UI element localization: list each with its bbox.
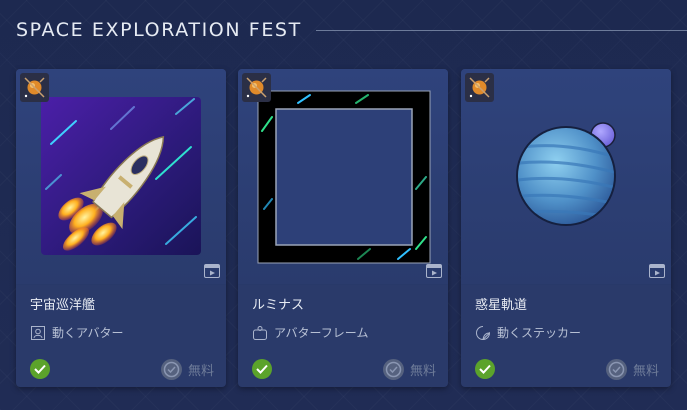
item-name: 惑星軌道: [475, 298, 528, 313]
item-type-label: アバターフレーム: [274, 326, 369, 340]
price-tag: 無料: [605, 359, 659, 380]
item-card-planet-orbit[interactable]: 惑星軌道 動くステッカー 無料: [461, 69, 671, 387]
price-label: 無料: [409, 364, 436, 379]
event-badge-icon: [20, 73, 49, 102]
item-preview[interactable]: [461, 69, 671, 285]
item-name: 宇宙巡洋艦: [30, 298, 96, 313]
item-card-luminous[interactable]: ルミナス アバターフレーム 無料: [238, 69, 448, 387]
steam-points-icon: [605, 359, 627, 380]
header-divider: [315, 29, 687, 31]
price-tag: 無料: [160, 359, 214, 380]
item-type: 動くアバター: [30, 324, 212, 341]
event-badge-icon: [242, 73, 271, 102]
item-type: 動くステッカー: [475, 324, 657, 341]
price-tag: 無料: [382, 359, 436, 380]
price-label: 無料: [187, 364, 214, 379]
item-type-label: 動くアバター: [52, 326, 124, 340]
item-preview[interactable]: [16, 69, 226, 285]
item-preview[interactable]: [238, 69, 448, 285]
steam-points-icon: [160, 359, 182, 380]
section-title: SPACE EXPLORATION FEST: [16, 19, 302, 41]
section-header: SPACE EXPLORATION FEST: [16, 18, 687, 42]
animated-media-icon: [204, 264, 220, 278]
item-name: ルミナス: [252, 298, 305, 313]
frame-icon: [253, 325, 267, 340]
owned-check-icon: [475, 359, 495, 379]
animated-media-icon: [649, 264, 665, 278]
item-card-space-cruiser[interactable]: 宇宙巡洋艦 動くアバター 無料: [16, 69, 226, 387]
item-type-label: 動くステッカー: [497, 326, 582, 340]
steam-points-icon: [382, 359, 404, 380]
owned-check-icon: [252, 359, 272, 379]
event-badge-icon: [465, 73, 494, 102]
price-label: 無料: [632, 364, 659, 379]
sticker-icon: [476, 325, 491, 340]
avatar-icon: [31, 325, 45, 340]
owned-check-icon: [30, 359, 50, 379]
animated-media-icon: [426, 264, 442, 278]
item-type: アバターフレーム: [252, 324, 434, 341]
